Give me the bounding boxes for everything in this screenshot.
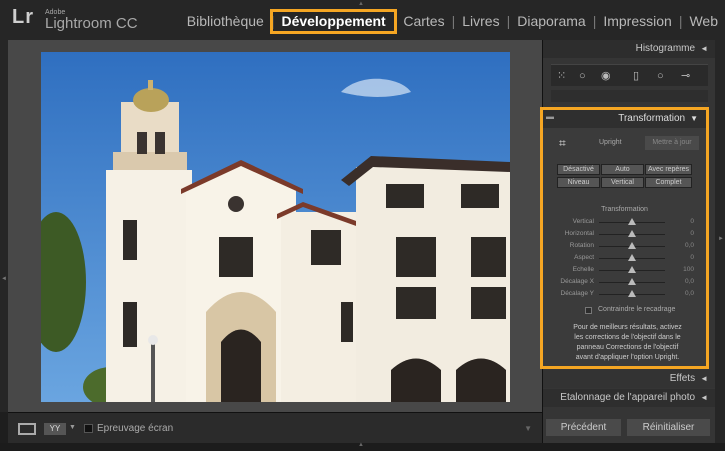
calibration-label: Etalonnage de l'appareil photo	[560, 392, 696, 403]
slider-knob[interactable]	[628, 242, 636, 249]
slider-knob[interactable]	[628, 230, 636, 237]
toolbar-menu-icon[interactable]: ▼	[524, 424, 532, 433]
collapse-icon: ◄	[700, 374, 708, 383]
top-panel-toggle-icon[interactable]: ▲	[358, 1, 364, 7]
slider-label: Echelle	[572, 266, 594, 273]
tool-strip: ⁙ ○ ◉ ▯ ○ ⊸	[551, 64, 708, 86]
effets-label: Effets	[669, 373, 696, 384]
slider-row: Rotation 0,0	[543, 241, 706, 252]
slider-label: Décalage Y	[560, 290, 595, 297]
previous-button[interactable]: Précédent	[546, 419, 621, 436]
upright-mode-vertical[interactable]: Vertical	[601, 177, 644, 188]
lamp-post	[151, 342, 155, 402]
slider-value[interactable]: 100	[683, 266, 694, 273]
bottom-toolbar: YY ▼ Epreuvage écran ▼	[8, 412, 542, 443]
building-photo	[41, 52, 510, 402]
module-diaporama[interactable]: Diaporama	[510, 13, 592, 29]
slider-row: Décalage X 0,0	[543, 277, 706, 288]
left-panel-edge[interactable]: ◄	[0, 40, 8, 412]
constrain-crop-label: Contraindre le recadrage	[598, 306, 676, 313]
upright-mode-avec-rep-res[interactable]: Avec repères	[645, 164, 692, 175]
expand-icon: ▼	[690, 114, 698, 123]
transform-section-title: Transformation	[601, 206, 648, 213]
slider-knob[interactable]	[628, 278, 636, 285]
before-after-view-button[interactable]: YY	[44, 423, 66, 435]
right-panel-edge[interactable]: ►	[715, 40, 725, 443]
slider-knob[interactable]	[628, 290, 636, 297]
slider-row: Echelle 100	[543, 265, 706, 276]
transformation-panel: ▬ Transformation ▼ ⌗ Upright Mettre à jou…	[540, 107, 709, 369]
guided-upright-icon[interactable]: ⌗	[559, 136, 566, 151]
module-biblioth-que[interactable]: Bibliothèque	[180, 13, 271, 29]
softproof-checkbox[interactable]	[84, 424, 93, 433]
upright-mode-complet[interactable]: Complet	[645, 177, 692, 188]
transformation-header[interactable]: ▬ Transformation ▼	[543, 110, 706, 128]
effets-header[interactable]: Effets ◄	[543, 370, 716, 388]
tower-dome	[133, 88, 169, 112]
slider-row: Vertical 0	[543, 217, 706, 228]
slider-label: Vertical	[572, 218, 594, 225]
reset-button[interactable]: Réinitialiser	[627, 419, 710, 436]
spot-removal-icon[interactable]: ◉	[601, 69, 611, 83]
photo-preview	[41, 52, 510, 402]
right-panel-toggle-icon[interactable]: ►	[718, 236, 724, 242]
calibration-header[interactable]: Etalonnage de l'appareil photo ◄	[543, 389, 716, 407]
upright-hint: Pour de meilleurs résultats, activez les…	[573, 324, 682, 361]
upright-mode-niveau[interactable]: Niveau	[557, 177, 600, 188]
module-livres[interactable]: Livres	[455, 13, 506, 29]
panel-toggle-icon[interactable]: ▬	[546, 112, 554, 121]
filmstrip-edge[interactable]: ▲	[0, 442, 725, 451]
module-d-veloppement[interactable]: Développement	[270, 9, 397, 34]
softproof-label: Epreuvage écran	[97, 423, 174, 434]
grid-overlay-icon[interactable]: ⁙	[557, 69, 566, 83]
module-impression[interactable]: Impression	[596, 13, 678, 29]
slider-label: Rotation	[569, 242, 594, 249]
crop-tool-icon[interactable]: ○	[579, 69, 586, 83]
upright-mode-auto[interactable]: Auto	[601, 164, 644, 175]
photo-view	[8, 40, 542, 412]
slider-row: Aspect 0	[543, 253, 706, 264]
top-bar: ▲ Lr Adobe Lightroom CC Bibliothèque | Dév…	[0, 0, 725, 40]
slider-value[interactable]: 0,0	[685, 278, 694, 285]
slider-value[interactable]: 0	[690, 230, 694, 237]
panel-spacer	[551, 90, 708, 102]
adjustment-brush-icon[interactable]: ⊸	[681, 69, 690, 83]
histogram-header[interactable]: Histogramme ◄	[543, 40, 716, 58]
upright-label: Upright	[599, 139, 622, 146]
collapse-icon: ◄	[700, 44, 708, 53]
filmstrip-toggle-icon[interactable]: ▲	[358, 442, 364, 448]
radial-filter-icon[interactable]: ○	[657, 69, 664, 83]
slider-label: Aspect	[574, 254, 594, 261]
upright-row: ⌗ Upright Mettre à jour	[551, 136, 701, 152]
slider-knob[interactable]	[628, 218, 636, 225]
transformation-title: Transformation ▼	[618, 113, 698, 124]
module-cartes[interactable]: Cartes	[396, 13, 451, 29]
product-name: Lightroom CC	[45, 15, 138, 32]
slider-knob[interactable]	[628, 266, 636, 273]
graduated-filter-icon[interactable]: ▯	[633, 69, 639, 83]
upright-mode-d-sactiv-[interactable]: Désactivé	[557, 164, 600, 175]
module-web[interactable]: Web	[682, 13, 725, 29]
slider-value[interactable]: 0	[690, 218, 694, 225]
lightroom-logo: Lr	[12, 6, 34, 28]
update-button[interactable]: Mettre à jour	[645, 136, 699, 150]
slider-knob[interactable]	[628, 254, 636, 261]
slider-value[interactable]: 0,0	[685, 242, 694, 249]
collapse-icon: ◄	[700, 393, 708, 402]
slider-value[interactable]: 0,0	[685, 290, 694, 297]
loupe-view-icon[interactable]	[18, 423, 36, 435]
tower-body	[106, 170, 192, 402]
module-picker: Bibliothèque | Développement | Cartes | Livres…	[180, 9, 725, 34]
slider-label: Décalage X	[560, 278, 594, 285]
slider-row: Décalage Y 0,0	[543, 289, 706, 300]
left-panel-toggle-icon[interactable]: ◄	[1, 276, 7, 282]
slider-label: Horizontal	[564, 230, 594, 237]
slider-value[interactable]: 0	[690, 254, 694, 261]
histogram-label: Histogramme	[635, 43, 696, 54]
constrain-crop-checkbox[interactable]	[585, 307, 592, 314]
view-options-caret-icon[interactable]: ▼	[69, 424, 76, 431]
slider-row: Horizontal 0	[543, 229, 706, 240]
